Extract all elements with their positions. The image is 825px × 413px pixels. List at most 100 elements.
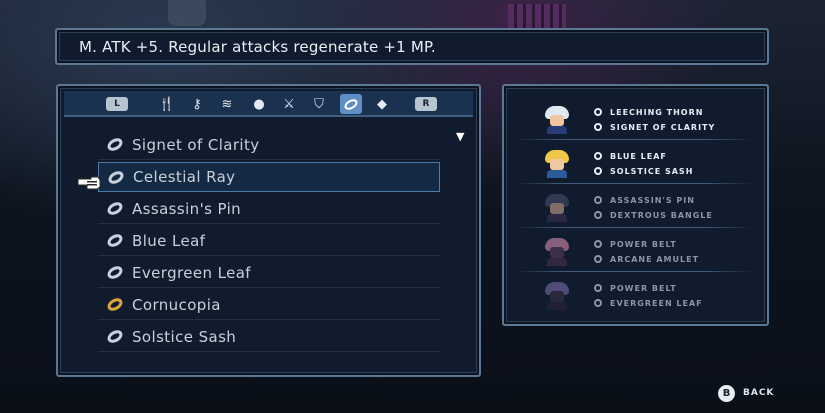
accessory-slot[interactable]: Leeching Thorn: [594, 105, 703, 119]
accessory-slot[interactable]: Power Belt: [594, 281, 677, 295]
purple-haired-character-portrait: [542, 280, 572, 310]
accessory-slot[interactable]: Signet of Clarity: [594, 120, 715, 134]
item-label: Evergreen Leaf: [132, 263, 251, 282]
item-description: M. ATK +5. Regular attacks regenerate +1…: [79, 38, 436, 56]
accessory-name: Assassin's Pin: [610, 195, 695, 205]
scroll-icon: ≋: [221, 96, 233, 112]
white-haired-character-portrait: [542, 104, 572, 134]
party-member-row[interactable]: Blue Leaf Solstice Sash: [514, 142, 754, 184]
ring-icon: [105, 263, 125, 282]
divider: [514, 183, 754, 184]
ring-icon: [106, 168, 126, 186]
item-row[interactable]: Cornucopia: [98, 290, 440, 320]
accessory-name: Arcane Amulet: [610, 254, 700, 264]
accessory-slot[interactable]: Blue Leaf: [594, 149, 667, 163]
accessory-name: Solstice Sash: [610, 166, 694, 176]
item-label: Blue Leaf: [132, 231, 206, 250]
party-member-row[interactable]: Assassin's Pin Dextrous Bangle: [514, 186, 754, 228]
back-label: BACK: [743, 388, 775, 398]
item-label: Assassin's Pin: [132, 199, 242, 218]
portrait-face: [550, 115, 564, 126]
party-member-row[interactable]: Leeching Thorn Signet of Clarity: [514, 98, 754, 140]
tab-scrolls[interactable]: ≋: [216, 94, 238, 114]
slot-circle-icon: [594, 255, 602, 263]
tab-keys[interactable]: ⚷: [186, 94, 208, 114]
tab-utensils[interactable]: 🍴: [156, 94, 178, 114]
apple-icon: ●: [253, 96, 265, 112]
dark-hooded-character-portrait: [542, 192, 572, 222]
accessory-slot[interactable]: Arcane Amulet: [594, 252, 699, 266]
item-label: Cornucopia: [132, 295, 221, 314]
pointing-hand-cursor-icon: [77, 176, 101, 190]
item-row[interactable]: Evergreen Leaf: [98, 258, 440, 288]
accessory-slot[interactable]: Evergreen Leaf: [594, 296, 703, 310]
key-icon: ⚷: [192, 96, 202, 112]
item-label: Solstice Sash: [132, 327, 237, 346]
item-label: Signet of Clarity: [132, 135, 260, 154]
portrait-face: [550, 291, 564, 302]
slot-circle-icon: [594, 196, 602, 204]
party-member-row[interactable]: Power Belt Arcane Amulet: [514, 230, 754, 272]
accessory-name: Blue Leaf: [610, 151, 667, 161]
accessory-name: Leeching Thorn: [610, 107, 704, 117]
portrait-body: [547, 214, 567, 222]
tab-bumper-left[interactable]: L: [106, 97, 128, 111]
category-tabs: L 🍴 ⚷ ≋ ● ⚔ ⛉ ◆ R: [64, 91, 473, 117]
accessory-slot[interactable]: Solstice Sash: [594, 164, 693, 178]
portrait-face: [550, 203, 564, 214]
tab-consumables[interactable]: ●: [248, 94, 270, 114]
shield-icon: ⛉: [314, 96, 324, 112]
slot-circle-icon: [594, 152, 602, 160]
portrait-body: [547, 258, 567, 266]
divider: [514, 139, 754, 140]
party-equipment-panel: Leeching Thorn Signet of Clarity Blue Leaf…: [502, 84, 769, 326]
tab-gems[interactable]: ◆: [371, 94, 393, 114]
b-button-icon: B: [718, 384, 735, 402]
back-button[interactable]: B BACK: [718, 384, 774, 402]
slot-circle-icon: [594, 299, 602, 307]
item-list-panel: L 🍴 ⚷ ≋ ● ⚔ ⛉ ◆ R Signet of Clarity Celestial Ray…: [56, 84, 481, 377]
blonde-character-portrait: [542, 148, 572, 178]
tab-accessories[interactable]: [340, 94, 362, 114]
accessory-name: Power Belt: [610, 239, 677, 249]
slot-circle-icon: [594, 123, 602, 131]
tab-bumper-right[interactable]: R: [415, 97, 437, 111]
l-bumper-icon: L: [114, 99, 120, 109]
gem-icon: ◆: [377, 96, 387, 112]
item-row[interactable]: Signet of Clarity: [98, 130, 440, 160]
ring-icon: [105, 135, 125, 154]
slot-circle-icon: [594, 284, 602, 292]
accessory-slot[interactable]: Assassin's Pin: [594, 193, 695, 207]
tab-armor[interactable]: ⛉: [308, 94, 330, 114]
sword-icon: ⚔: [283, 96, 295, 112]
item-row[interactable]: Celestial Ray: [98, 162, 440, 192]
background-statue: [168, 0, 206, 26]
portrait-face: [550, 159, 564, 170]
portrait-body: [547, 126, 567, 134]
item-row[interactable]: Solstice Sash: [98, 322, 440, 352]
slot-circle-icon: [594, 211, 602, 219]
party-member-row[interactable]: Power Belt Evergreen Leaf: [514, 274, 754, 316]
portrait-body: [547, 302, 567, 310]
slot-circle-icon: [594, 167, 602, 175]
portrait-face: [550, 247, 564, 258]
accessory-slot[interactable]: Power Belt: [594, 237, 677, 251]
item-label: Celestial Ray: [133, 168, 236, 186]
pink-masked-character-portrait: [542, 236, 572, 266]
accessory-name: Power Belt: [610, 283, 677, 293]
accessory-name: Dextrous Bangle: [610, 210, 713, 220]
item-row[interactable]: Blue Leaf: [98, 226, 440, 256]
ring-icon: [342, 96, 360, 112]
accessory-name: Signet of Clarity: [610, 122, 716, 132]
r-bumper-icon: R: [422, 99, 430, 109]
divider: [514, 227, 754, 228]
item-row[interactable]: Assassin's Pin: [98, 194, 440, 224]
ring-icon: [105, 327, 125, 346]
scroll-down-arrow-icon[interactable]: ▼: [456, 130, 464, 143]
fork-icon: 🍴: [158, 96, 176, 112]
item-description-panel: M. ATK +5. Regular attacks regenerate +1…: [55, 28, 769, 65]
portrait-body: [547, 170, 567, 178]
tab-weapons[interactable]: ⚔: [278, 94, 300, 114]
accessory-slot[interactable]: Dextrous Bangle: [594, 208, 713, 222]
slot-circle-icon: [594, 108, 602, 116]
